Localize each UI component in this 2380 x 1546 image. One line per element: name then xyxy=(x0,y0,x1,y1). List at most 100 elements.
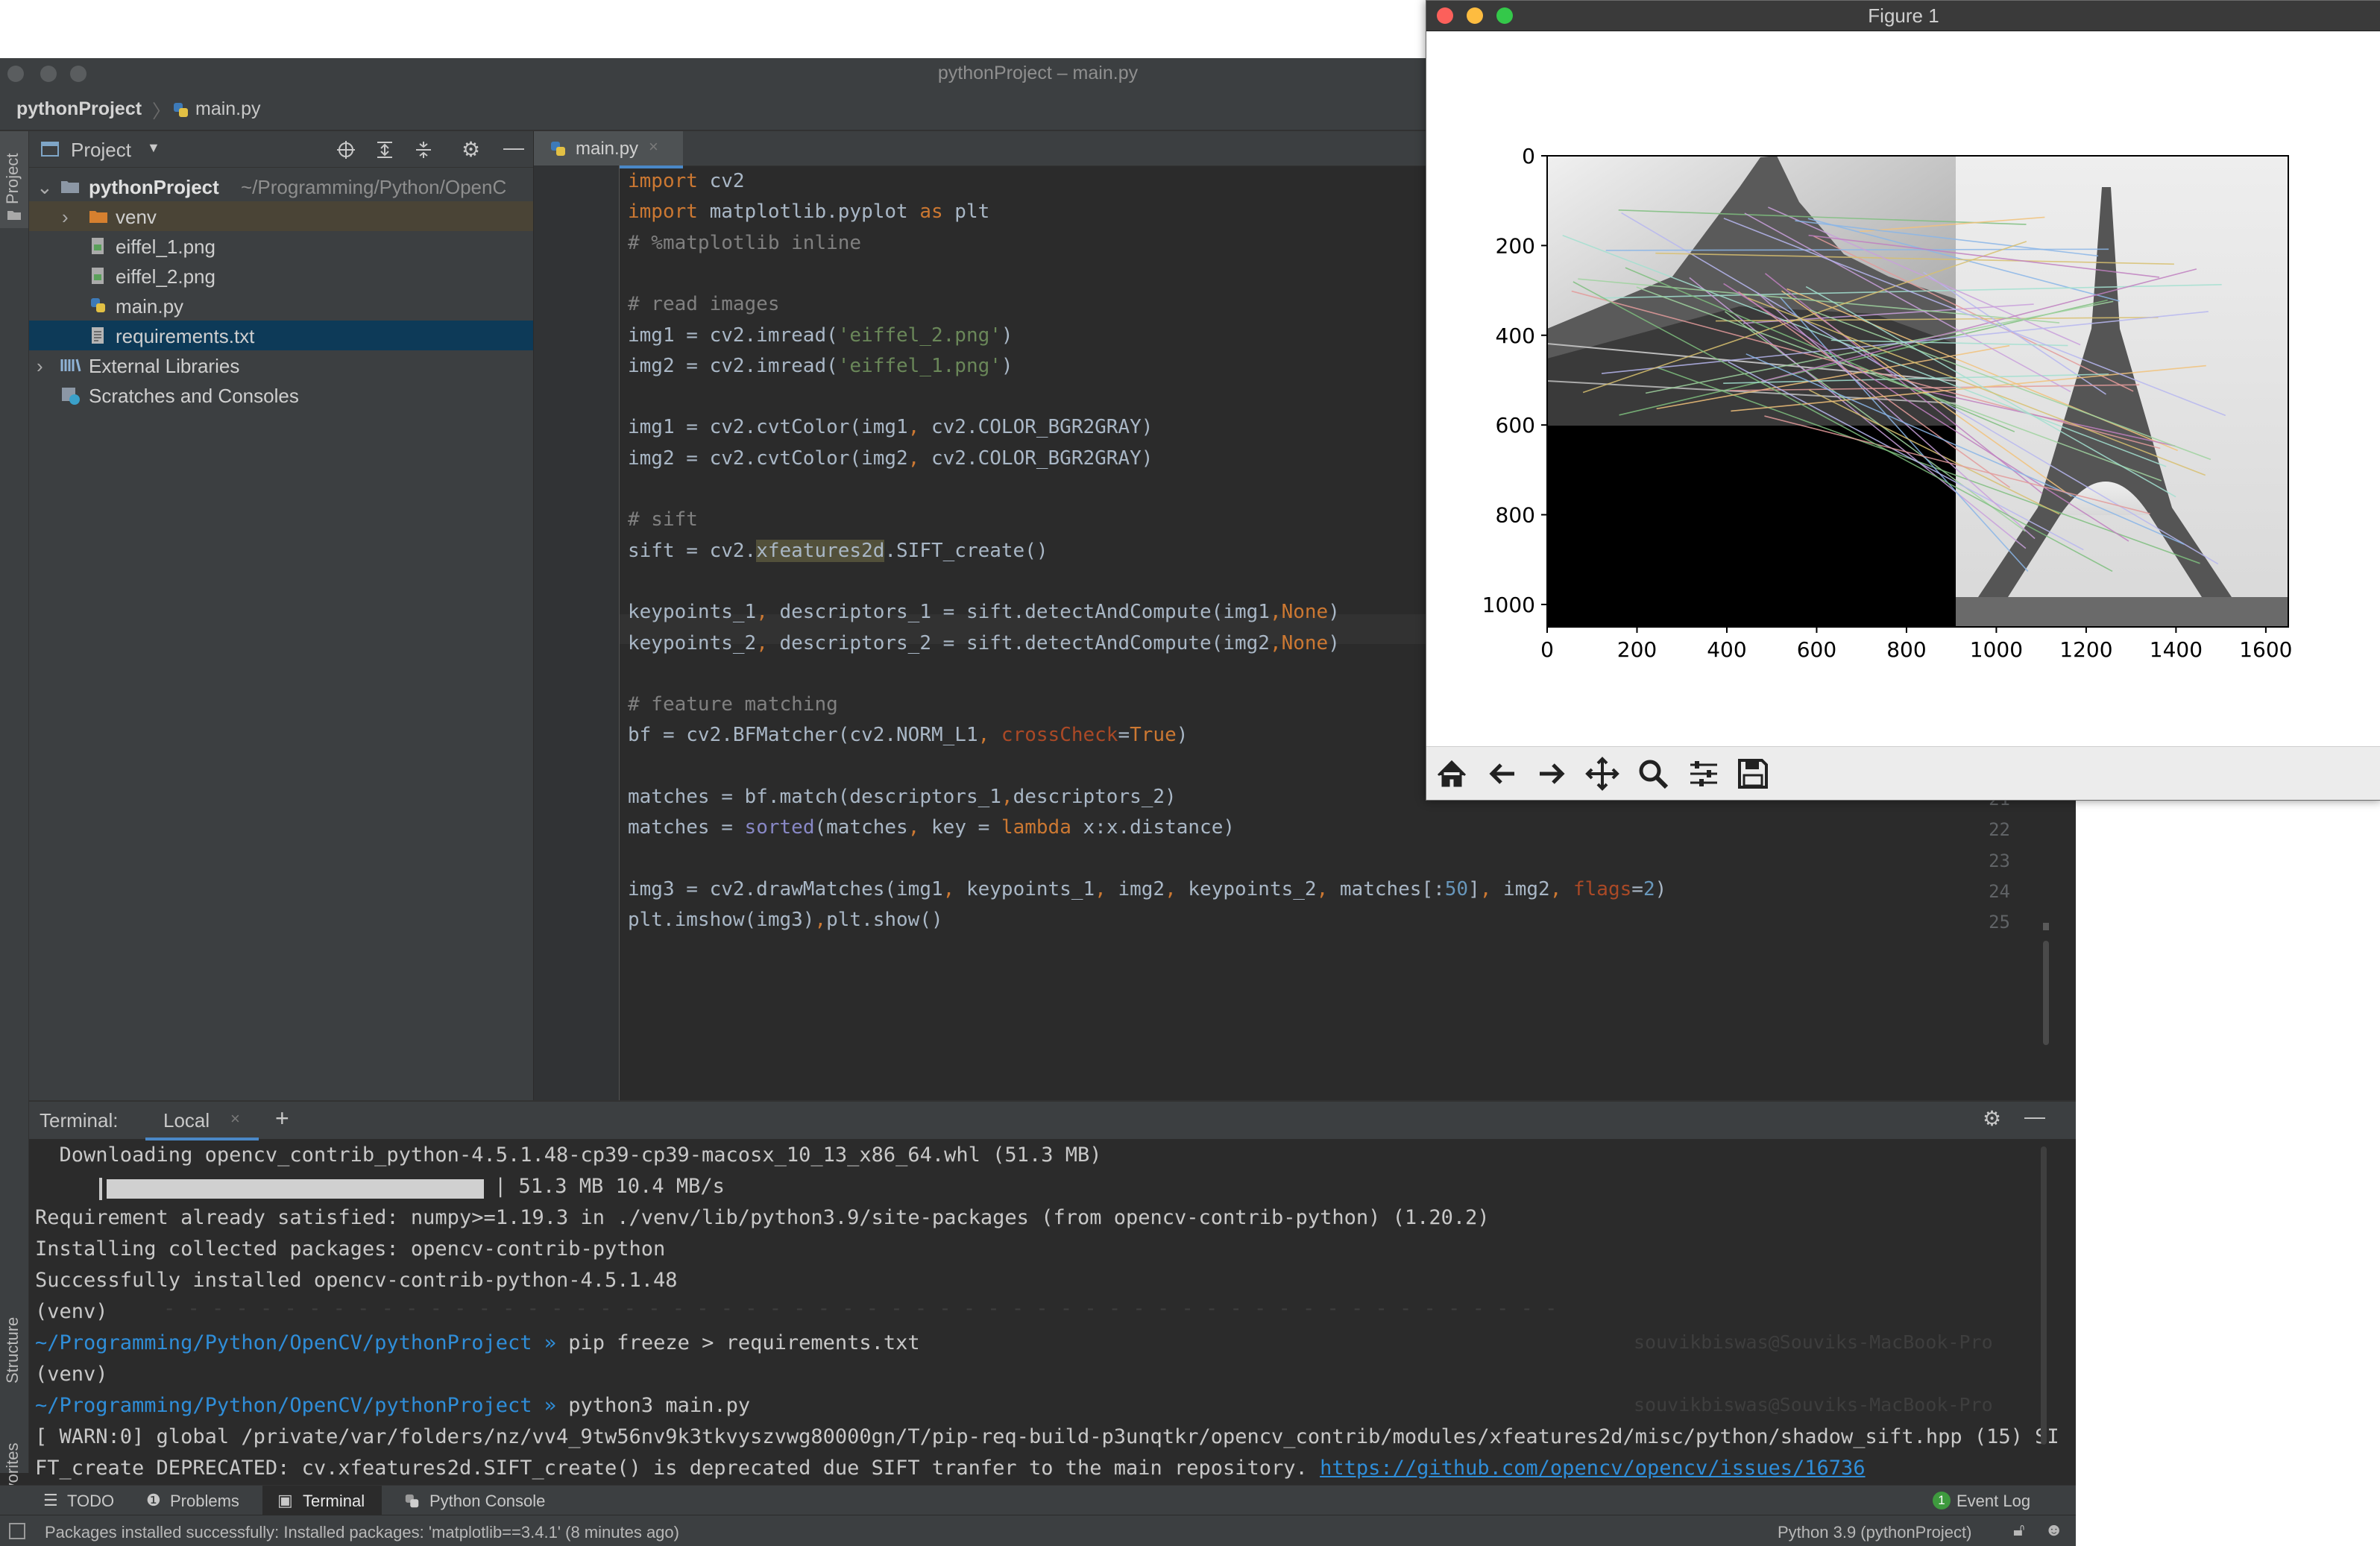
tab-main-py[interactable]: main.py × xyxy=(534,131,683,168)
project-tool-tab[interactable]: Project xyxy=(0,131,28,228)
terminal-icon: ▣ xyxy=(277,1491,293,1509)
status-message[interactable]: Packages installed successfully: Install… xyxy=(45,1523,679,1542)
close-tab-icon[interactable]: × xyxy=(230,1109,240,1129)
x-tick-label: 400 xyxy=(1707,637,1746,662)
terminal-panel[interactable]: Terminal: Local × + ⚙ — Downloading open… xyxy=(29,1100,2076,1519)
code-line[interactable]: import matplotlib.pyplot as plt xyxy=(628,201,989,223)
inspector-icon[interactable]: ☻ xyxy=(2044,1520,2063,1541)
black-padding xyxy=(1547,426,1956,627)
python-file-icon xyxy=(174,103,188,117)
pan-icon[interactable] xyxy=(1581,753,1623,795)
code-line[interactable]: img1 = cv2.imread('eiffel_2.png') xyxy=(628,324,1013,347)
status-bar: Packages installed successfully: Install… xyxy=(0,1515,2076,1546)
terminal-line: | 51.3 MB 10.4 MB/s xyxy=(494,1175,725,1198)
breadcrumb-file[interactable]: main.py xyxy=(195,98,261,120)
tree-root[interactable]: ⌄ pythonProject ~/Programming/Python/Ope… xyxy=(29,171,533,201)
terminal-command: pip freeze > requirements.txt xyxy=(568,1331,920,1354)
expand-all-icon[interactable] xyxy=(375,140,394,160)
home-icon[interactable] xyxy=(1431,753,1473,795)
x-tick-label: 1200 xyxy=(2059,637,2112,662)
tree-item-scratches[interactable]: Scratches and Consoles xyxy=(29,380,533,410)
configure-subplots-icon[interactable] xyxy=(1683,753,1725,795)
gear-icon[interactable]: ⚙ xyxy=(1983,1106,2001,1131)
problems-tool-tab[interactable]: ❶ Problems xyxy=(134,1486,254,1515)
tree-item-requirements[interactable]: requirements.txt xyxy=(29,321,533,350)
terminal-scrollbar[interactable] xyxy=(2035,1139,2053,1482)
x-tick-label: 600 xyxy=(1797,637,1836,662)
x-axis: 0 200 400 600 800 1000 1200 1400 1600 xyxy=(1540,627,2293,662)
terminal-line: [ WARN:0] global /private/var/folders/nz… xyxy=(35,1425,2059,1448)
figure-toolbar xyxy=(1426,746,2380,800)
tool-tab-label: Terminal xyxy=(303,1492,365,1510)
event-log-tool-tab[interactable]: 1 Event Log xyxy=(1931,1486,2058,1515)
code-line[interactable]: img1 = cv2.cvtColor(img1, cv2.COLOR_BGR2… xyxy=(628,416,1153,438)
todo-tool-tab[interactable]: ☰ TODO xyxy=(30,1486,119,1515)
y-tick-label: 400 xyxy=(1496,324,1535,348)
prompt-arrow: » xyxy=(544,1331,557,1354)
interpreter-selector[interactable]: Python 3.9 (pythonProject) xyxy=(1778,1523,1971,1542)
new-terminal-icon[interactable]: + xyxy=(275,1105,289,1132)
progress-fill xyxy=(107,1179,484,1199)
code-line[interactable]: img2 = cv2.imread('eiffel_1.png') xyxy=(628,355,1013,377)
tree-item-label: eiffel_1.png xyxy=(116,236,215,258)
python-console-icon xyxy=(405,1494,419,1508)
python-file-icon xyxy=(91,298,105,312)
code-line[interactable]: keypoints_2, descriptors_2 = sift.detect… xyxy=(628,632,1340,654)
code-line[interactable]: # %matplotlib inline xyxy=(628,232,861,254)
download-progress-bar xyxy=(99,1178,491,1200)
terminal-line: (venv) xyxy=(35,1300,108,1323)
chevron-down-icon[interactable]: ▼ xyxy=(147,140,160,156)
save-icon[interactable] xyxy=(1732,753,1774,795)
gear-icon[interactable]: ⚙ xyxy=(462,137,480,162)
tree-item-label: main.py xyxy=(116,295,184,318)
code-line[interactable]: import cv2 xyxy=(628,170,745,192)
terminal-header: Terminal: Local × + ⚙ — xyxy=(29,1102,2076,1140)
tree-item-eiffel-1[interactable]: eiffel_1.png xyxy=(29,231,533,261)
locate-icon[interactable] xyxy=(336,140,356,160)
code-line[interactable]: img3 = cv2.drawMatches(img1, keypoints_1… xyxy=(628,878,1666,900)
terminal-tab-local[interactable]: Local × xyxy=(145,1102,259,1140)
tree-item-venv[interactable]: › venv xyxy=(29,201,533,231)
terminal-warning-text: FT_create DEPRECATED: cv.xfeatures2d.SIF… xyxy=(35,1457,1320,1480)
chevron-right-icon: › xyxy=(62,206,69,228)
structure-tool-tab[interactable]: Structure xyxy=(3,1317,22,1383)
code-line[interactable]: matches = bf.match(descriptors_1,descrip… xyxy=(628,786,1177,808)
terminal-prompt: ~/Programming/Python/OpenCV/pythonProjec… xyxy=(35,1331,920,1354)
terminal-tool-tab[interactable]: ▣ Terminal xyxy=(262,1486,382,1515)
terminal-line: Requirement already satisfied: numpy>=1.… xyxy=(35,1206,1490,1229)
tree-item-external-libraries[interactable]: › External Libraries xyxy=(29,350,533,380)
tree-root-path: ~/Programming/Python/OpenC xyxy=(241,176,507,198)
tree-item-eiffel-2[interactable]: eiffel_2.png xyxy=(29,261,533,291)
code-line[interactable]: sift = cv2.xfeatures2d.SIFT_create() xyxy=(628,539,1048,562)
back-arrow-icon[interactable] xyxy=(1482,753,1523,795)
project-view-selector[interactable]: Project xyxy=(71,139,131,162)
lock-icon[interactable]: 🔓︎ xyxy=(2013,1520,2025,1541)
y-tick-label: 800 xyxy=(1496,503,1535,528)
code-line[interactable]: matches = sorted(matches, key = lambda x… xyxy=(628,816,1235,839)
prompt-arrow: » xyxy=(544,1394,557,1417)
event-count-badge: 1 xyxy=(1933,1492,1951,1509)
zoom-icon[interactable] xyxy=(1632,753,1674,795)
code-line[interactable]: # read images xyxy=(628,293,780,315)
tool-tab-label: Event Log xyxy=(1956,1492,2031,1510)
python-console-tool-tab[interactable]: Python Console xyxy=(395,1486,567,1515)
scratches-icon xyxy=(62,388,80,405)
close-tab-icon[interactable]: × xyxy=(649,137,658,157)
breadcrumb-project[interactable]: pythonProject xyxy=(16,98,142,120)
prompt-user-host: souvikbiswas@Souviks-MacBook-Pro xyxy=(1634,1331,1993,1353)
code-line[interactable]: plt.imshow(img3),plt.show() xyxy=(628,909,943,931)
code-line[interactable]: # feature matching xyxy=(628,693,838,716)
matplotlib-figure[interactable]: 0 200 400 600 800 1000 0 200 400 600 800 1000 1200 1… xyxy=(1426,31,2380,746)
tree-item-main-py[interactable]: main.py xyxy=(29,291,533,321)
hide-panel-icon[interactable]: — xyxy=(2024,1105,2045,1129)
code-line[interactable]: img2 = cv2.cvtColor(img2, cv2.COLOR_BGR2… xyxy=(628,447,1153,470)
github-issue-link[interactable]: https://github.com/opencv/opencv/issues/… xyxy=(1320,1457,1866,1480)
code-line[interactable]: # sift xyxy=(628,508,698,531)
forward-arrow-icon[interactable] xyxy=(1531,753,1572,795)
hide-panel-icon[interactable]: — xyxy=(503,136,524,160)
collapse-all-icon[interactable] xyxy=(414,140,433,160)
terminal-label: Terminal: xyxy=(40,1109,119,1132)
toggle-tool-windows-icon[interactable] xyxy=(9,1523,25,1539)
code-line[interactable]: bf = cv2.BFMatcher(cv2.NORM_L1, crossChe… xyxy=(628,724,1188,746)
code-line[interactable]: keypoints_1, descriptors_1 = sift.detect… xyxy=(628,601,1340,623)
